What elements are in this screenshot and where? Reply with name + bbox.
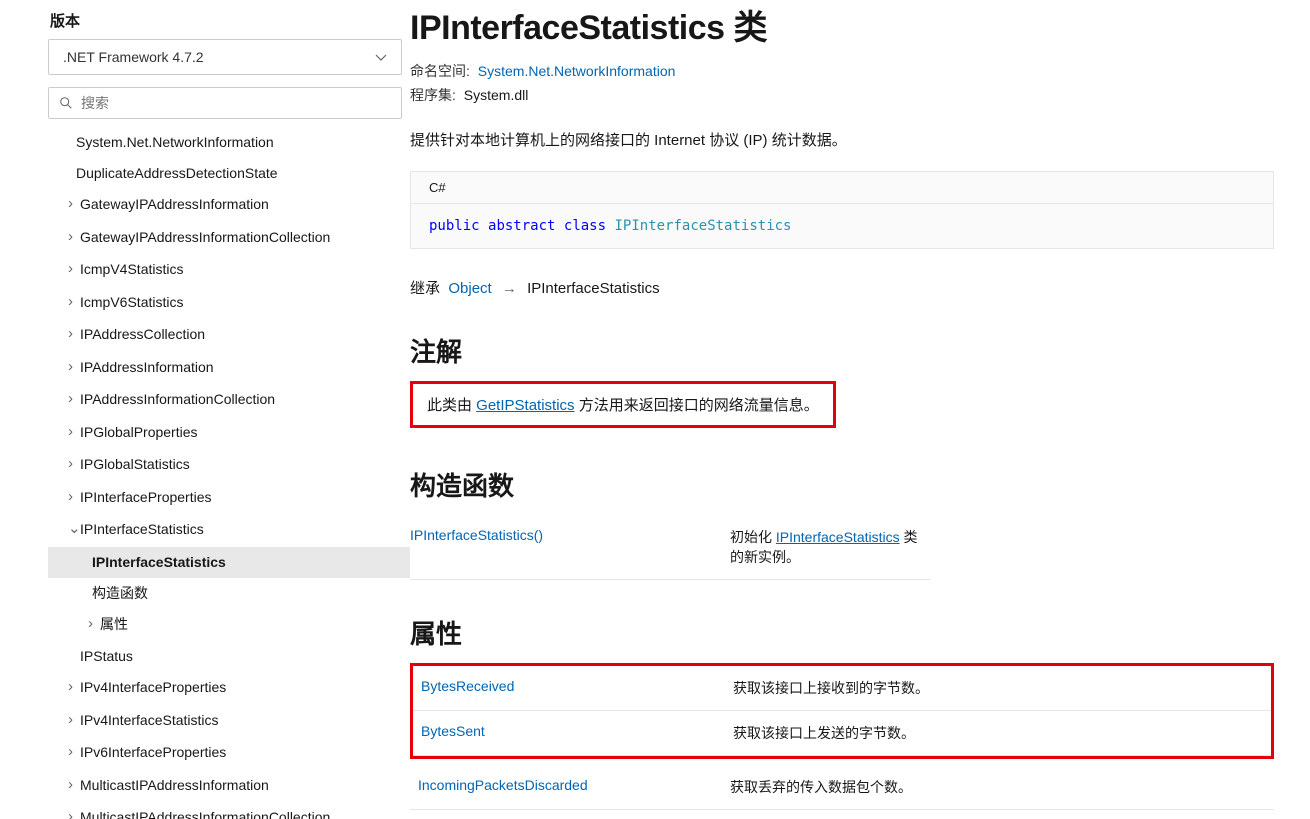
note-link[interactable]: GetIPStatistics: [476, 397, 574, 414]
arrow-icon: →: [502, 280, 517, 297]
property-desc: 获取有错误的传入数据包数。: [730, 810, 1274, 819]
namespace-label: 命名空间:: [410, 63, 470, 79]
search-input[interactable]: [81, 95, 391, 111]
ctor-link[interactable]: IPInterfaceStatistics(): [410, 527, 543, 543]
table-row: IncomingPacketsWithErrors获取有错误的传入数据包数。: [410, 810, 1274, 819]
class-description: 提供针对本地计算机上的网络接口的 Internet 协议 (IP) 统计数据。: [410, 129, 1274, 153]
search-box[interactable]: [48, 87, 402, 119]
search-icon: [59, 96, 73, 110]
sidebar-item[interactable]: IPAddressInformation: [48, 352, 410, 385]
note-highlight-box: 此类由 GetIPStatistics 方法用来返回接口的网络流量信息。: [410, 381, 836, 428]
sidebar-item[interactable]: GatewayIPAddressInformationCollection: [48, 222, 410, 255]
inherit-label: 继承: [410, 280, 440, 297]
sidebar-item[interactable]: IcmpV6Statistics: [48, 287, 410, 320]
version-value: .NET Framework 4.7.2: [63, 49, 204, 65]
sidebar-item[interactable]: IPv4InterfaceProperties: [48, 672, 410, 705]
inherit-self: IPInterfaceStatistics: [527, 280, 660, 297]
sidebar-item[interactable]: System.Net.NetworkInformation: [48, 127, 410, 158]
nav-tree[interactable]: System.Net.NetworkInformationDuplicateAd…: [48, 127, 410, 819]
notes-heading: 注解: [410, 332, 1274, 369]
sidebar-item[interactable]: IPAddressInformationCollection: [48, 384, 410, 417]
properties-table-boxed: BytesReceived 获取该接口上接收到的字节数。 BytesSent 获取该接…: [413, 666, 1271, 756]
code-body: public abstract class IPInterfaceStatist…: [411, 204, 1273, 248]
constructors-table: IPInterfaceStatistics() 初始化 IPInterfaceS…: [410, 515, 930, 580]
sidebar-item[interactable]: IPStatus: [48, 641, 410, 672]
constructors-heading: 构造函数: [410, 466, 1274, 503]
sidebar-item[interactable]: IPv4InterfaceStatistics: [48, 705, 410, 738]
sidebar-item[interactable]: GatewayIPAddressInformation: [48, 189, 410, 222]
property-desc: 获取该接口上接收到的字节数。: [733, 666, 1271, 711]
assembly-row: 程序集: System.dll: [410, 85, 1274, 105]
table-row: IncomingPacketsDiscarded 获取丢弃的传入数据包个数。: [410, 765, 1274, 810]
page-title: IPInterfaceStatistics 类: [410, 0, 1274, 49]
assembly-label: 程序集:: [410, 87, 456, 103]
main-content: IPInterfaceStatistics 类 命名空间: System.Net…: [410, 0, 1310, 819]
ctor-desc-link[interactable]: IPInterfaceStatistics: [776, 529, 900, 545]
namespace-link[interactable]: System.Net.NetworkInformation: [478, 63, 676, 79]
sidebar-item[interactable]: 构造函数: [48, 578, 410, 609]
sidebar-item[interactable]: IPGlobalStatistics: [48, 449, 410, 482]
property-link[interactable]: BytesReceived: [421, 678, 514, 694]
chevron-down-icon: [375, 51, 387, 63]
inheritance: 继承 Object → IPInterfaceStatistics: [410, 277, 1274, 298]
sidebar-item[interactable]: IPInterfaceStatistics: [48, 514, 410, 547]
code-block: C# public abstract class IPInterfaceStat…: [410, 171, 1274, 249]
properties-highlight-box: BytesReceived 获取该接口上接收到的字节数。 BytesSent 获取该接…: [410, 663, 1274, 759]
table-row: IPInterfaceStatistics() 初始化 IPInterfaceS…: [410, 515, 930, 580]
table-row: BytesReceived 获取该接口上接收到的字节数。: [413, 666, 1271, 711]
property-desc: 获取该接口上发送的字节数。: [733, 711, 1271, 756]
property-link[interactable]: IncomingPacketsDiscarded: [418, 777, 588, 793]
property-link[interactable]: BytesSent: [421, 723, 485, 739]
inherit-object-link[interactable]: Object: [448, 280, 491, 297]
properties-table: IncomingPacketsDiscarded 获取丢弃的传入数据包个数。Inc…: [410, 765, 1274, 819]
properties-heading: 属性: [410, 614, 1274, 651]
sidebar: 版本 .NET Framework 4.7.2 System.Net.Netwo…: [0, 0, 410, 819]
sidebar-item[interactable]: 属性: [48, 609, 410, 642]
ctor-desc: 初始化 IPInterfaceStatistics 类的新实例。: [730, 515, 930, 580]
assembly-value: System.dll: [464, 87, 529, 103]
sidebar-item[interactable]: IPInterfaceStatistics: [48, 547, 410, 578]
sidebar-item[interactable]: MulticastIPAddressInformationCollection: [48, 802, 410, 819]
table-row: BytesSent 获取该接口上发送的字节数。: [413, 711, 1271, 756]
sidebar-item[interactable]: IPGlobalProperties: [48, 417, 410, 450]
version-select[interactable]: .NET Framework 4.7.2: [48, 39, 402, 75]
sidebar-item[interactable]: IPAddressCollection: [48, 319, 410, 352]
sidebar-item[interactable]: DuplicateAddressDetectionState: [48, 158, 410, 189]
sidebar-item[interactable]: IPv6InterfaceProperties: [48, 737, 410, 770]
namespace-row: 命名空间: System.Net.NetworkInformation: [410, 61, 1274, 81]
sidebar-item[interactable]: IcmpV4Statistics: [48, 254, 410, 287]
sidebar-item[interactable]: MulticastIPAddressInformation: [48, 770, 410, 803]
sidebar-item[interactable]: IPInterfaceProperties: [48, 482, 410, 515]
code-lang-tab[interactable]: C#: [411, 172, 1273, 204]
version-label: 版本: [48, 10, 410, 31]
property-desc: 获取丢弃的传入数据包个数。: [730, 765, 1274, 810]
